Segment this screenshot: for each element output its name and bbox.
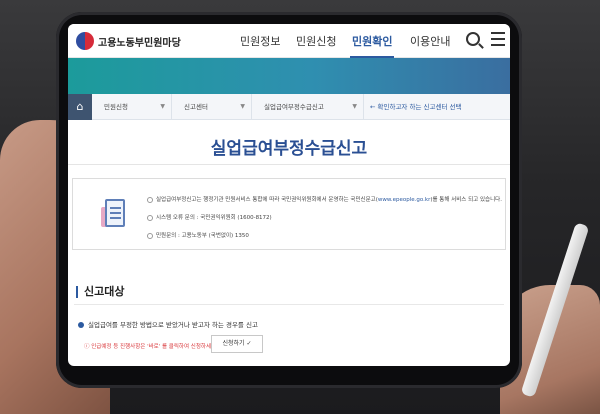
breadcrumb-label: 민원신청 xyxy=(104,103,128,111)
bullet-icon xyxy=(78,322,84,328)
chevron-down-icon: ▼ xyxy=(352,103,357,110)
photo-frame: 고용노동부민원마당 민원정보 민원신청 민원확인 이용안내 ⌂ 민원신청 ▼ 신… xyxy=(0,0,600,414)
bullet-icon xyxy=(147,196,153,203)
breadcrumb-label: 신고센터 xyxy=(184,103,208,111)
home-icon[interactable]: ⌂ xyxy=(68,94,92,120)
search-icon[interactable] xyxy=(466,32,480,46)
top-navigation-bar: 고용노동부민원마당 민원정보 민원신청 민원확인 이용안내 xyxy=(68,24,510,58)
hero-banner xyxy=(68,58,510,94)
warning-text: ⓘ 인급예정 등 진행사항은 '바로' 를 클릭하여 신청하세요. xyxy=(84,344,218,350)
tablet-screen: 고용노동부민원마당 민원정보 민원신청 민원확인 이용안내 ⌂ 민원신청 ▼ 신… xyxy=(68,24,510,366)
hamburger-menu-icon[interactable] xyxy=(491,32,505,48)
breadcrumb-item-civil-apply[interactable]: 민원신청 ▼ xyxy=(92,94,172,120)
chevron-down-icon: ▼ xyxy=(160,103,165,110)
info-text: 시스템 오류 문의 : 국민권익위원회 (1600-8172) xyxy=(156,215,272,221)
bullet-icon xyxy=(147,232,153,239)
page-title: 실업급여부정수급신고 xyxy=(210,139,368,159)
report-target-text: 실업급여를 부정한 방법으로 받았거나 받고자 하는 경우를 신고 xyxy=(78,319,258,329)
select-report-center-link[interactable]: ← 확인하고자 하는 신고센터 선택 xyxy=(370,94,461,120)
info-line-contact: 민원문의 : 고용노동부 (국번없이) 1350 xyxy=(147,231,249,239)
info-text: 실업급여부정신고는 행정기관 민원서비스 통합에 따라 국민권익위원회에서 운영… xyxy=(156,197,378,203)
breadcrumb-item-report-center[interactable]: 신고센터 ▼ xyxy=(172,94,252,120)
nav-usage-guide[interactable]: 이용안내 xyxy=(410,33,450,49)
info-text: )를 통해 서비스 되고 있습니다. xyxy=(430,197,502,203)
target-label: 실업급여를 부정한 방법으로 받았거나 받고자 하는 경우를 신고 xyxy=(88,321,258,329)
ministry-logo-icon[interactable] xyxy=(76,32,94,50)
breadcrumb-label: 실업급여부정수급신고 xyxy=(264,103,324,111)
brand-name[interactable]: 고용노동부민원마당 xyxy=(98,34,181,49)
info-box: 실업급여부정신고는 행정기관 민원서비스 통합에 따라 국민권익위원회에서 운영… xyxy=(72,178,506,250)
apply-button[interactable]: 신청하기 ✓ xyxy=(211,335,263,353)
info-line-service: 실업급여부정신고는 행정기관 민원서비스 통합에 따라 국민권익위원회에서 운영… xyxy=(147,195,502,203)
nav-civil-apply[interactable]: 민원신청 xyxy=(296,33,336,49)
nav-civil-info[interactable]: 민원정보 xyxy=(240,33,280,49)
breadcrumb: ⌂ 민원신청 ▼ 신고센터 ▼ 실업급여부정수급신고 ▼ ← 확인하고자 하는 … xyxy=(68,94,510,120)
epeople-link[interactable]: www.epeople.go.kr xyxy=(378,197,430,203)
divider xyxy=(68,164,510,165)
document-icon xyxy=(101,199,127,231)
divider xyxy=(74,304,504,305)
info-line-system-error: 시스템 오류 문의 : 국민권익위원회 (1600-8172) xyxy=(147,213,272,221)
bullet-icon xyxy=(147,214,153,221)
chevron-down-icon: ▼ xyxy=(240,103,245,110)
info-text: 민원문의 : 고용노동부 (국번없이) 1350 xyxy=(156,233,249,239)
section-title: 신고대상 xyxy=(76,286,124,298)
breadcrumb-item-unemployment-fraud[interactable]: 실업급여부정수급신고 ▼ xyxy=(252,94,364,120)
nav-civil-check[interactable]: 민원확인 xyxy=(352,33,392,49)
